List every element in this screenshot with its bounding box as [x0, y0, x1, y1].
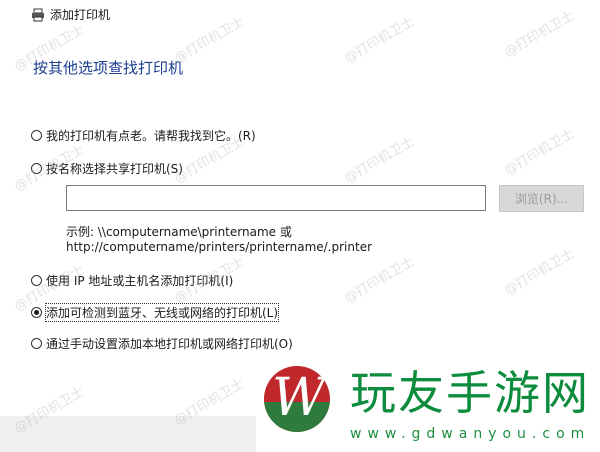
logo-mark: W: [264, 366, 330, 432]
option-label: 通过手动设置添加本地打印机或网络打印机(O): [46, 337, 293, 351]
watermark: @打印机卫士: [502, 246, 578, 299]
watermark: @打印机卫士: [342, 134, 418, 187]
watermark: @打印机卫士: [342, 254, 418, 307]
option-label: 按名称选择共享打印机(S): [46, 162, 183, 176]
example-text-line2: http://computername/printers/printername…: [66, 240, 373, 254]
radio-old-printer[interactable]: [31, 130, 42, 141]
radio-manual-settings[interactable]: [31, 338, 42, 349]
radio-bluetooth-wireless-network[interactable]: [31, 307, 42, 318]
browse-button[interactable]: 浏览(R)...: [499, 185, 584, 212]
example-text-line1: 示例: \\computername\printername 或: [66, 225, 292, 239]
printer-icon: [31, 7, 45, 22]
radio-shared-printer[interactable]: [31, 163, 42, 174]
option-shared-printer[interactable]: 按名称选择共享打印机(S): [31, 160, 183, 177]
option-manual-settings[interactable]: 通过手动设置添加本地打印机或网络打印机(O): [31, 335, 293, 352]
option-label: 我的打印机有点老。请帮我找到它。(R): [46, 129, 256, 143]
title-bar: 添加打印机: [0, 0, 600, 30]
option-label: 添加可检测到蓝牙、无线或网络的打印机(L): [44, 303, 280, 322]
option-label: 使用 IP 地址或主机名添加打印机(I): [46, 274, 234, 288]
site-logo-overlay: W 玩友手游网 www.gdwanyou.com: [256, 362, 600, 452]
option-bluetooth-wireless-network[interactable]: 添加可检测到蓝牙、无线或网络的打印机(L): [31, 303, 280, 322]
option-ip-hostname[interactable]: 使用 IP 地址或主机名添加打印机(I): [31, 272, 233, 289]
option-old-printer[interactable]: 我的打印机有点老。请帮我找到它。(R): [31, 127, 256, 144]
radio-ip-hostname[interactable]: [31, 275, 42, 286]
logo-site-name: 玩友手游网: [350, 366, 590, 420]
watermark: @打印机卫士: [502, 126, 578, 179]
page-heading: 按其他选项查找打印机: [33, 59, 184, 77]
window-title: 添加打印机: [50, 8, 111, 22]
logo-url: www.gdwanyou.com: [350, 426, 591, 442]
shared-printer-name-input[interactable]: [66, 185, 486, 211]
